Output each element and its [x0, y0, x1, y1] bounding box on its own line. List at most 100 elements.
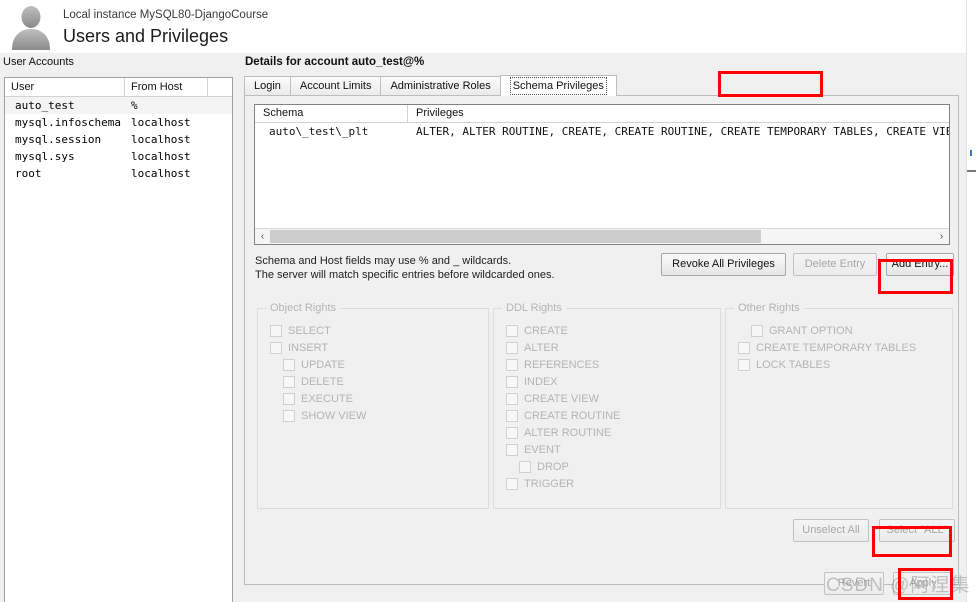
- user-table-row[interactable]: auto_test%: [5, 97, 232, 114]
- cell-spacer: [208, 97, 232, 114]
- header-text-block: Local instance MySQL80-DjangoCourse User…: [63, 8, 268, 48]
- checkbox-alter[interactable]: [506, 341, 518, 354]
- checkbox-delete[interactable]: [283, 375, 295, 388]
- cell-schema: auto\_test\_plt: [269, 125, 369, 138]
- user-table-row[interactable]: mysql.sys localhost: [5, 148, 232, 165]
- privilege-checkbox-row[interactable]: GRANT OPTION: [751, 322, 952, 339]
- cell-from-host: localhost: [131, 167, 191, 180]
- checkbox-update[interactable]: [283, 358, 295, 371]
- checkbox-trigger[interactable]: [506, 477, 518, 490]
- tab-schema-privileges[interactable]: Schema Privileges: [499, 75, 617, 96]
- add-entry-button[interactable]: Add Entry...: [886, 253, 954, 276]
- privilege-label: DELETE: [301, 375, 344, 388]
- user-accounts-pane: User Accounts User From Host auto_test% m…: [0, 53, 237, 602]
- schema-grid-row[interactable]: auto\_test\_plt ALTER, ALTER ROUTINE, CRE…: [255, 123, 949, 140]
- column-header-user[interactable]: User: [5, 78, 125, 96]
- privilege-checkbox-row[interactable]: INDEX: [506, 373, 720, 390]
- checkbox-insert[interactable]: [270, 341, 282, 354]
- checkbox-index[interactable]: [506, 375, 518, 388]
- scroll-left-arrow-icon[interactable]: ‹: [255, 229, 270, 244]
- privilege-label: CREATE VIEW: [524, 392, 599, 405]
- ddl-rights-group: DDL Rights CREATE ALTER REFERENCES INDEX CRE…: [493, 302, 721, 509]
- object-rights-list: SELECT INSERT UPDATE DELETE EXECUTE SHOW VIEW: [258, 309, 488, 424]
- checkbox-create-view[interactable]: [506, 392, 518, 405]
- privilege-checkbox-row[interactable]: EXECUTE: [283, 390, 488, 407]
- privilege-checkbox-row[interactable]: CREATE VIEW: [506, 390, 720, 407]
- privilege-label: SHOW VIEW: [301, 409, 367, 422]
- revert-button: Revert: [824, 572, 884, 595]
- page-title: Users and Privileges: [63, 26, 229, 46]
- other-rights-title: Other Rights: [734, 302, 804, 314]
- privilege-checkbox-row[interactable]: CREATE TEMPORARY TABLES: [738, 339, 952, 356]
- user-accounts-table[interactable]: User From Host auto_test% mysql.infoschem…: [4, 77, 233, 602]
- column-header-schema[interactable]: Schema: [255, 105, 408, 122]
- privilege-checkbox-row[interactable]: CREATE: [506, 322, 720, 339]
- privilege-checkbox-row[interactable]: DELETE: [283, 373, 488, 390]
- privilege-checkbox-row[interactable]: LOCK TABLES: [738, 356, 952, 373]
- user-table-row[interactable]: mysql.session localhost: [5, 131, 232, 148]
- cell-user: root: [15, 167, 42, 180]
- scroll-right-arrow-icon[interactable]: ›: [934, 229, 949, 244]
- privilege-checkbox-row[interactable]: SHOW VIEW: [283, 407, 488, 424]
- user-accounts-label: User Accounts: [3, 56, 74, 68]
- scrollbar-thumb[interactable]: [270, 230, 762, 243]
- checkbox-lock-tables[interactable]: [738, 358, 750, 371]
- unselect-all-button: Unselect All: [793, 519, 869, 542]
- cell-spacer: [208, 131, 232, 148]
- apply-button: Apply: [893, 572, 953, 595]
- wildcard-hint-text: Schema and Host fields may use % and _ w…: [255, 254, 555, 282]
- checkbox-create[interactable]: [506, 324, 518, 337]
- column-header-privileges[interactable]: Privileges: [408, 105, 949, 122]
- privilege-label: INSERT: [288, 341, 329, 354]
- cell-spacer: [208, 148, 232, 165]
- privilege-checkbox-row[interactable]: DROP: [519, 458, 720, 475]
- privilege-checkbox-row[interactable]: ALTER ROUTINE: [506, 424, 720, 441]
- schema-privileges-grid[interactable]: Schema Privileges auto\_test\_plt ALTER, …: [254, 104, 950, 245]
- tab-account-limits[interactable]: Account Limits: [289, 76, 382, 96]
- user-table-row[interactable]: mysql.infoschema localhost: [5, 114, 232, 131]
- user-table-row[interactable]: root localhost: [5, 165, 232, 182]
- checkbox-execute[interactable]: [283, 392, 295, 405]
- tab-administrative-roles[interactable]: Administrative Roles: [380, 76, 501, 96]
- checkbox-select[interactable]: [270, 324, 282, 337]
- scrollbar-track[interactable]: [270, 229, 934, 244]
- column-header-spacer[interactable]: [208, 78, 232, 96]
- checkbox-event[interactable]: [506, 443, 518, 456]
- privilege-checkbox-row[interactable]: REFERENCES: [506, 356, 720, 373]
- user-avatar-icon: [12, 6, 50, 50]
- column-header-from-host[interactable]: From Host: [125, 78, 208, 96]
- privilege-label: CREATE: [524, 324, 568, 337]
- privilege-checkbox-row[interactable]: UPDATE: [283, 356, 488, 373]
- privilege-label: EXECUTE: [301, 392, 353, 405]
- checkbox-grant-option[interactable]: [751, 324, 763, 337]
- checkbox-drop[interactable]: [519, 460, 531, 473]
- delete-entry-button: Delete Entry: [793, 253, 877, 276]
- edge-tick-marker: [970, 150, 972, 156]
- privilege-checkbox-row[interactable]: SELECT: [270, 322, 488, 339]
- cell-from-host: localhost: [131, 150, 191, 163]
- schema-grid-horizontal-scrollbar[interactable]: ‹ ›: [255, 228, 949, 244]
- details-title: Details for account auto_test@%: [245, 56, 425, 68]
- privilege-checkbox-row[interactable]: CREATE ROUTINE: [506, 407, 720, 424]
- revoke-all-privileges-button[interactable]: Revoke All Privileges: [661, 253, 786, 276]
- checkbox-references[interactable]: [506, 358, 518, 371]
- privilege-checkbox-row[interactable]: ALTER: [506, 339, 720, 356]
- cell-user: mysql.infoschema: [15, 116, 121, 129]
- page-header: Local instance MySQL80-DjangoCourse User…: [0, 0, 976, 53]
- privilege-label: EVENT: [524, 443, 561, 456]
- privilege-checkbox-row[interactable]: INSERT: [270, 339, 488, 356]
- checkbox-create-routine[interactable]: [506, 409, 518, 422]
- privilege-checkbox-row[interactable]: EVENT: [506, 441, 720, 458]
- cell-user: mysql.session: [15, 133, 102, 146]
- cell-from-host: %: [131, 99, 138, 112]
- checkbox-show-view[interactable]: [283, 409, 295, 422]
- checkbox-create-temporary-tables[interactable]: [738, 341, 750, 354]
- checkbox-alter-routine[interactable]: [506, 426, 518, 439]
- user-table-body: auto_test% mysql.infoschema localhost mysql…: [5, 97, 232, 182]
- object-rights-title: Object Rights: [266, 302, 341, 314]
- tab-login[interactable]: Login: [244, 76, 291, 96]
- ddl-rights-list: CREATE ALTER REFERENCES INDEX CREATE VIEW CRE…: [494, 309, 720, 492]
- details-tabstrip: Login Account Limits Administrative Roles S…: [244, 75, 959, 96]
- privilege-checkbox-row[interactable]: TRIGGER: [506, 475, 720, 492]
- other-rights-group: Other Rights GRANT OPTION CREATE TEMPORAR…: [725, 302, 953, 509]
